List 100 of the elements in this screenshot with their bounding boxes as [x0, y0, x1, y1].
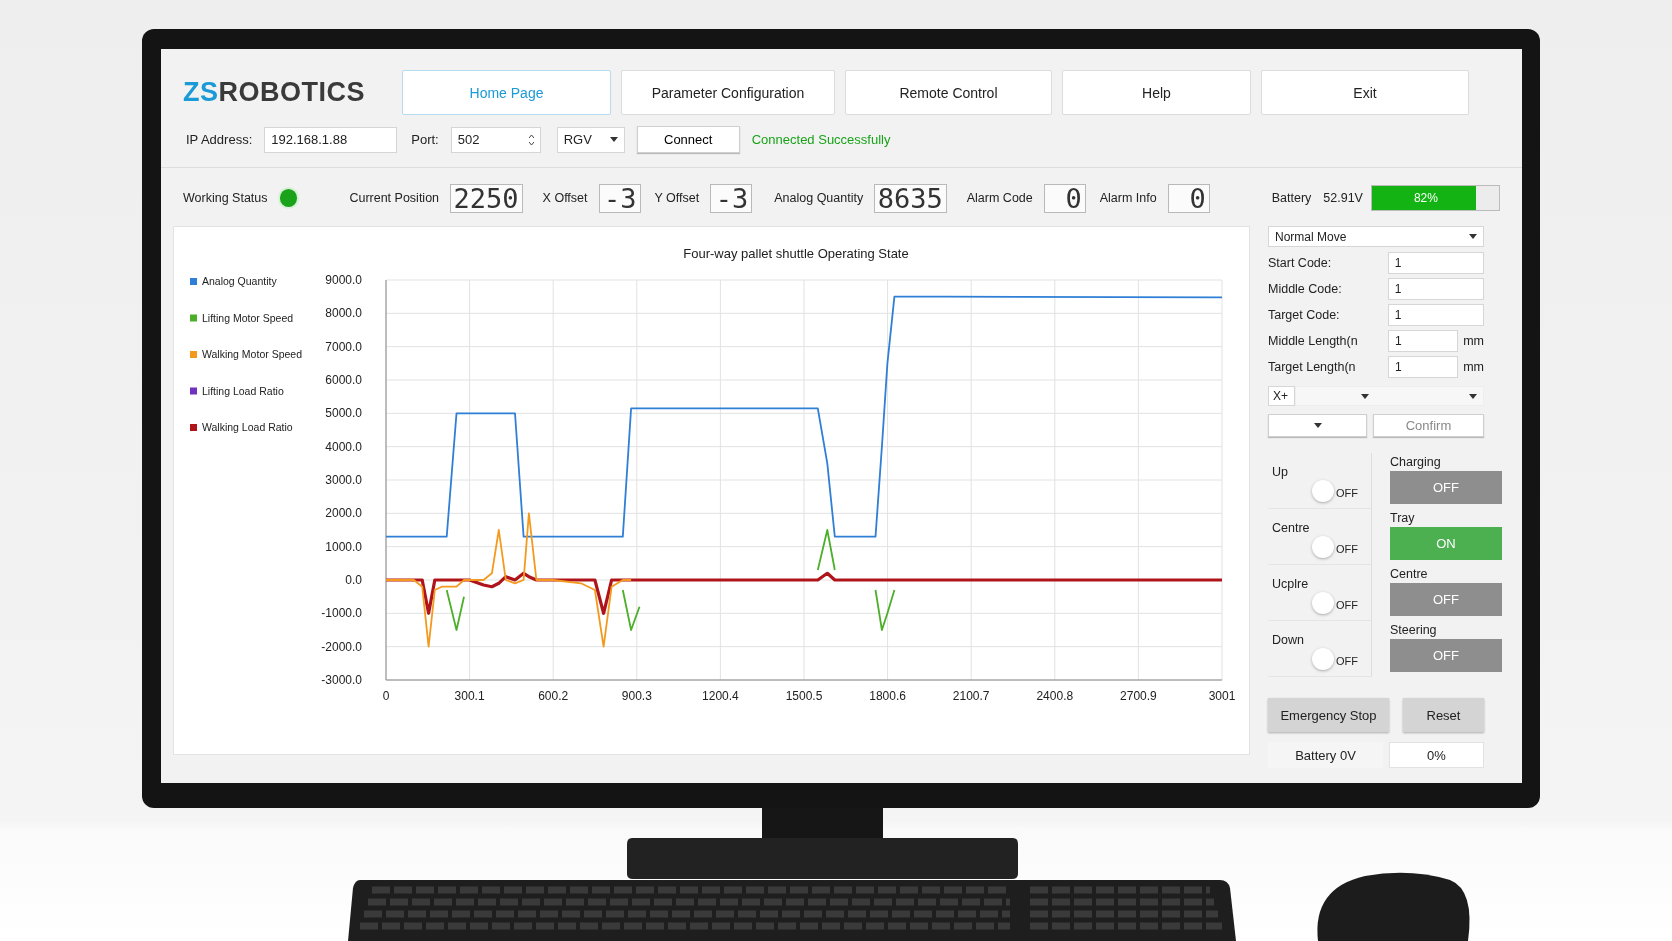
- unit-label: mm: [1463, 334, 1484, 348]
- axis-label: -2000.0: [321, 639, 362, 654]
- toggle-switch[interactable]: [1312, 536, 1334, 558]
- legend-swatch: [190, 387, 197, 395]
- toggle-label: Tray: [1390, 511, 1416, 525]
- axis-label: 2400.8: [1036, 689, 1074, 703]
- nav-tab[interactable]: Remote Control: [845, 70, 1052, 115]
- legend-label: Walking Load Ratio: [202, 421, 293, 433]
- caret-icon: [1313, 423, 1322, 428]
- nav-tab[interactable]: Parameter Configuration: [621, 70, 835, 115]
- axis-label: 2700.9: [1120, 689, 1157, 703]
- dropdown[interactable]: [1295, 386, 1484, 406]
- field-label: Port:: [411, 132, 439, 147]
- switch-state: OFF: [1336, 599, 1358, 611]
- axis-label: 5000.0: [325, 406, 362, 421]
- toggle-label: Steering: [1390, 623, 1438, 637]
- caret-icon: [1469, 234, 1477, 239]
- axis-label: -3000.0: [321, 673, 362, 687]
- readout-label: Alarm Info: [1099, 191, 1157, 205]
- dropdown-button[interactable]: [1268, 414, 1367, 437]
- input-field[interactable]: 1: [1387, 278, 1484, 300]
- status-label: Working Status: [183, 191, 268, 205]
- axis-label: 6000.0: [325, 373, 362, 387]
- input-field[interactable]: 1: [1387, 304, 1484, 326]
- legend-swatch: [190, 424, 197, 431]
- readout-label: Alarm Code: [966, 191, 1033, 205]
- nav-tab[interactable]: Help: [1062, 70, 1251, 115]
- legend-label: Lifting Motor Speed: [202, 311, 294, 324]
- field-label: Middle Code:: [1268, 282, 1343, 296]
- axis-label: 9000.0: [325, 273, 362, 287]
- axis-label: 600.2: [538, 689, 569, 703]
- field-label: Middle Length(n: [1268, 334, 1359, 348]
- caret-icon: [1469, 393, 1477, 399]
- mode-dropdown[interactable]: RGV: [556, 126, 625, 153]
- field-label: Target Code:: [1268, 308, 1341, 322]
- digit-display: -3: [710, 183, 753, 213]
- field-label: Start Code:: [1268, 256, 1333, 270]
- readout-label: X Offset: [542, 191, 588, 205]
- axis-label: 1000.0: [325, 539, 362, 554]
- digit-display: 0: [1167, 183, 1210, 213]
- move-mode-dropdown[interactable]: Normal Move: [1268, 226, 1484, 247]
- battery-label: Battery: [1271, 191, 1312, 205]
- port-field[interactable]: 502: [450, 126, 541, 153]
- chart-title: Four-way pallet shuttle Operating State: [683, 246, 909, 261]
- legend-label: Analog Quantity: [202, 275, 277, 287]
- digit-display: 2250: [450, 183, 523, 213]
- readout-label: Current Position: [349, 191, 440, 205]
- switch-label: Ucplre: [1272, 577, 1309, 591]
- axis-label: 300.1: [454, 689, 485, 703]
- nav-tab[interactable]: Exit: [1261, 70, 1469, 115]
- readout-label: Y Offset: [654, 191, 700, 205]
- toggle-label: Centre: [1390, 567, 1429, 581]
- digit-display: -3: [598, 183, 641, 213]
- reset-button[interactable]: Reset: [1403, 698, 1484, 732]
- spinner-icon[interactable]: [528, 134, 534, 145]
- emergency-stop-button[interactable]: Emergency Stop: [1268, 698, 1389, 732]
- direction-field[interactable]: X+: [1268, 386, 1295, 406]
- axis-label: 0: [382, 689, 390, 703]
- battery-reading: 82%: [1412, 190, 1439, 207]
- digit-display: 8635: [874, 183, 947, 213]
- digit-display: 0: [1043, 183, 1086, 213]
- axis-label: 8000.0: [325, 306, 362, 321]
- input-field[interactable]: 1: [1388, 356, 1459, 378]
- mouse-icon: [1317, 872, 1470, 941]
- connect-button[interactable]: Connect: [636, 126, 740, 153]
- axis-label: -1000.0: [321, 606, 362, 621]
- toggle-switch[interactable]: [1312, 592, 1334, 614]
- toggle-switch[interactable]: [1312, 480, 1334, 502]
- legend-swatch: [190, 314, 197, 322]
- axis-label: 1500.5: [785, 689, 823, 703]
- legend-swatch: [190, 351, 197, 358]
- logo: ZSROBOTICS: [183, 77, 367, 108]
- battery-reading: 0%: [1389, 742, 1484, 768]
- switch-label: Up: [1272, 465, 1288, 479]
- ip-field[interactable]: 192.168.1.88: [264, 126, 398, 153]
- axis-label: 2000.0: [325, 506, 362, 521]
- switch-state: OFF: [1336, 655, 1358, 667]
- legend-swatch: [190, 278, 197, 285]
- axis-label: 1800.6: [869, 689, 906, 703]
- caret-icon: [609, 137, 618, 142]
- input-field[interactable]: 1: [1388, 330, 1459, 352]
- axis-label: 3001: [1208, 689, 1236, 703]
- toggle-label: Charging: [1390, 455, 1442, 469]
- switch-label: Centre: [1272, 521, 1310, 535]
- switch-label: Down: [1272, 633, 1304, 647]
- readout-label: Analog Quantity: [774, 191, 864, 205]
- switch-state: OFF: [1336, 543, 1358, 555]
- field-label: Target Length(n: [1268, 360, 1357, 374]
- axis-label: 0.0: [345, 573, 362, 587]
- battery-voltage: 52.91V: [1323, 191, 1363, 205]
- switch-state: OFF: [1336, 487, 1358, 499]
- axis-label: 2100.7: [952, 689, 990, 703]
- legend-label: Walking Motor Speed: [202, 348, 302, 360]
- caret-icon: [1361, 393, 1369, 399]
- input-field[interactable]: 1: [1387, 252, 1484, 274]
- connection-status: Connected Successfully: [751, 132, 891, 147]
- toggle-switch[interactable]: [1312, 648, 1334, 670]
- axis-label: 7000.0: [325, 339, 362, 354]
- axis-label: 1200.4: [702, 689, 739, 703]
- confirm-button[interactable]: Confirm: [1373, 414, 1484, 437]
